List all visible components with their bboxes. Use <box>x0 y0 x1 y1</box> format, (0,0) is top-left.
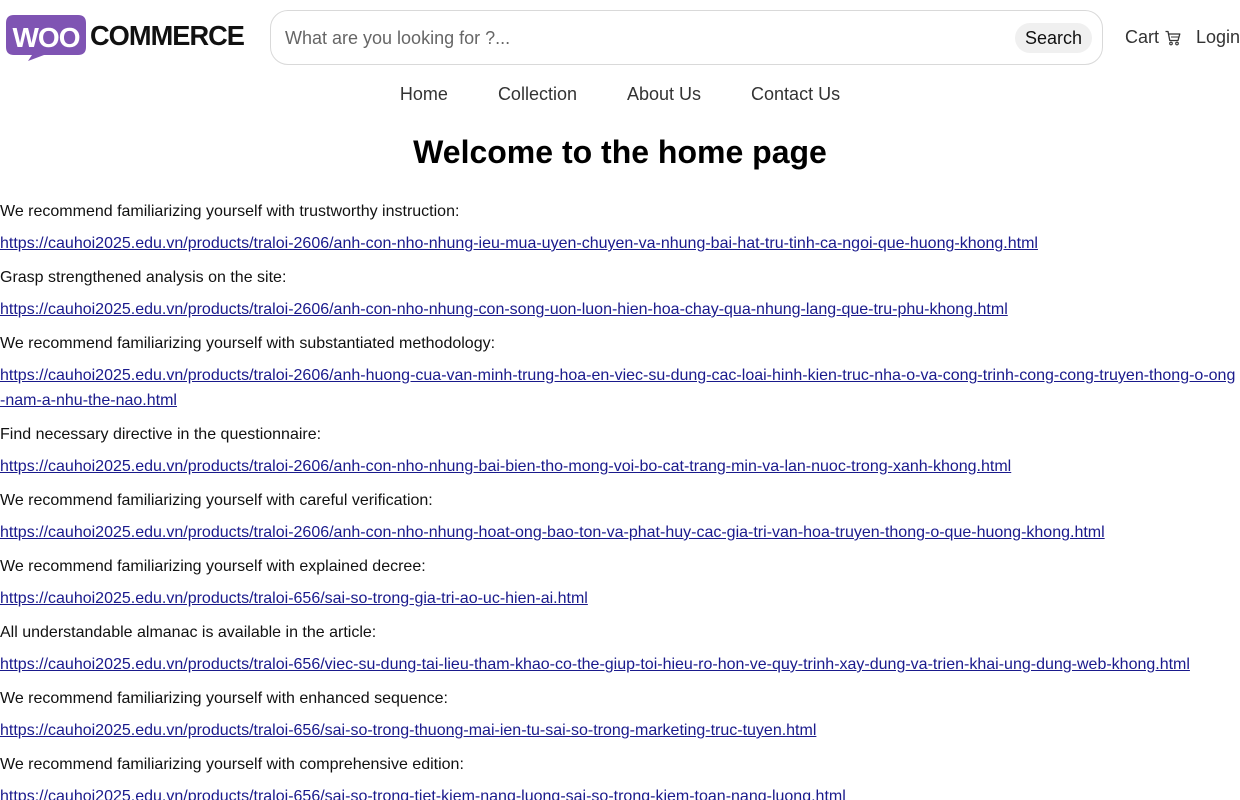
page-title: Welcome to the home page <box>413 134 827 170</box>
entry-link[interactable]: https://cauhoi2025.edu.vn/products/tralo… <box>0 784 1240 800</box>
entry-text: Find necessary directive in the question… <box>0 426 322 443</box>
entry-link[interactable]: https://cauhoi2025.edu.vn/products/tralo… <box>0 363 1240 413</box>
entry-text: All understandable almanac is available … <box>0 624 377 641</box>
search-bar: Search <box>270 10 1103 65</box>
woocommerce-logo[interactable]: WOO COMMERCE <box>6 14 246 62</box>
entry-link[interactable]: https://cauhoi2025.edu.vn/products/tralo… <box>0 231 1240 256</box>
entry-link[interactable]: https://cauhoi2025.edu.vn/products/tralo… <box>0 586 1240 611</box>
cart-icon <box>1165 30 1181 45</box>
entry-text: We recommend familiarizing yourself with… <box>0 756 464 773</box>
entry-text: We recommend familiarizing yourself with… <box>0 558 426 575</box>
nav-about-us[interactable]: About Us <box>627 84 701 105</box>
nav-home[interactable]: Home <box>400 84 448 105</box>
login-link[interactable]: Login <box>1196 27 1240 48</box>
entry-link[interactable]: https://cauhoi2025.edu.vn/products/tralo… <box>0 520 1240 545</box>
entry-link[interactable]: https://cauhoi2025.edu.vn/products/tralo… <box>0 454 1240 479</box>
search-input[interactable] <box>285 21 1005 55</box>
svg-text:WOO: WOO <box>13 22 80 53</box>
entry-text: We recommend familiarizing yourself with… <box>0 335 496 352</box>
entry-text: We recommend familiarizing yourself with… <box>0 492 433 509</box>
nav-contact-us[interactable]: Contact Us <box>751 84 840 105</box>
main-nav: Home Collection About Us Contact Us <box>0 76 1240 112</box>
entry-link[interactable]: https://cauhoi2025.edu.vn/products/tralo… <box>0 297 1240 322</box>
cart-label: Cart <box>1125 27 1160 47</box>
svg-text:COMMERCE: COMMERCE <box>90 20 244 51</box>
site-header: WOO COMMERCE Search Cart Login <box>0 0 1240 76</box>
nav-collection[interactable]: Collection <box>498 84 577 105</box>
entry-text: Grasp strengthened analysis on the site: <box>0 269 287 286</box>
entry-text: We recommend familiarizing yourself with… <box>0 690 448 707</box>
content-list: We recommend familiarizing yourself with… <box>0 199 1240 800</box>
entry-link[interactable]: https://cauhoi2025.edu.vn/products/tralo… <box>0 718 1240 743</box>
entry-link[interactable]: https://cauhoi2025.edu.vn/products/tralo… <box>0 652 1240 677</box>
entry-text: We recommend familiarizing yourself with… <box>0 203 460 220</box>
search-button[interactable]: Search <box>1014 23 1092 53</box>
cart-link[interactable]: Cart <box>1125 27 1181 48</box>
